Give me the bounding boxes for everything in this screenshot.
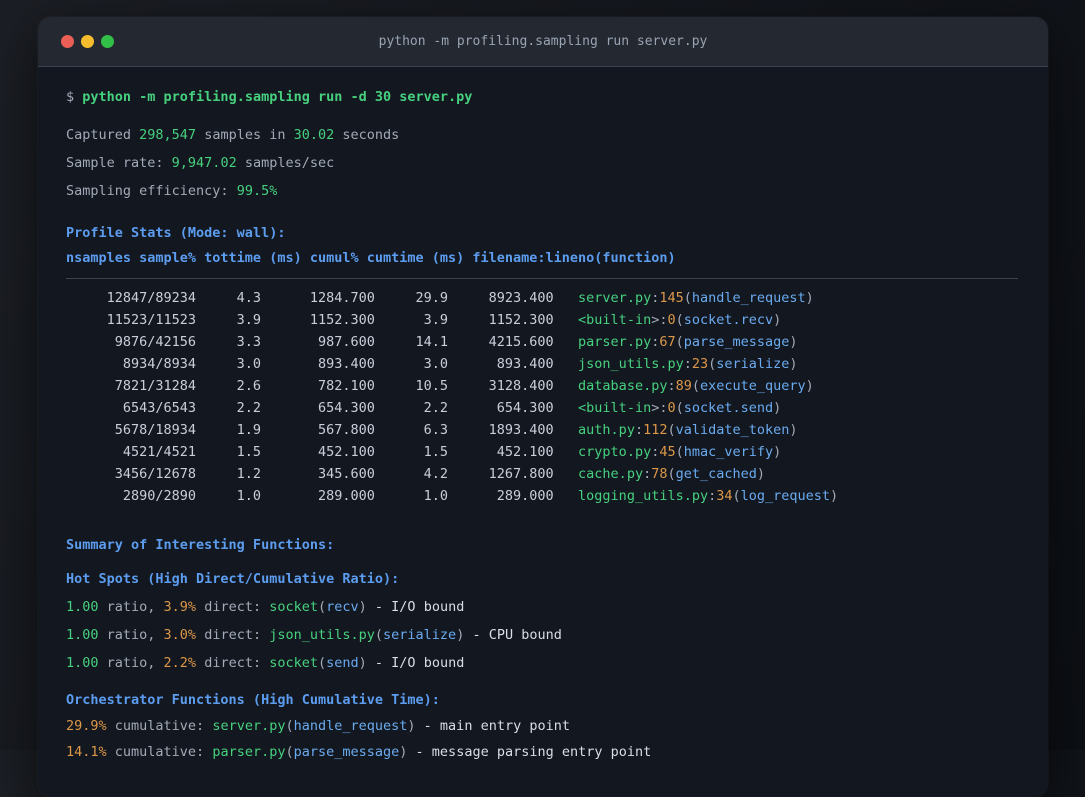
- table-row: 3456/12678 1.2 345.600 4.2 1267.800 cach…: [66, 466, 766, 482]
- table-row: 8934/8934 3.0 893.400 3.0 893.400 json_u…: [66, 356, 798, 372]
- captured-line: Captured 298,547 samples in 30.02 second…: [66, 127, 400, 143]
- table-row: 9876/42156 3.3 987.600 14.1 4215.600 par…: [66, 334, 798, 350]
- sample-rate-line: Sample rate: 9,947.02 samples/sec: [66, 155, 335, 171]
- terminal-window: python -m profiling.sampling run server.…: [38, 17, 1048, 797]
- hot-spots-heading: Hot Spots (High Direct/Cumulative Ratio)…: [66, 571, 400, 587]
- hot-spot-line: 1.00 ratio, 3.0% direct: json_utils.py(s…: [66, 627, 562, 643]
- sampling-efficiency-line: Sampling efficiency: 99.5%: [66, 183, 278, 199]
- table-row: 5678/18934 1.9 567.800 6.3 1893.400 auth…: [66, 422, 798, 438]
- table-divider: [66, 269, 1020, 287]
- terminal-body[interactable]: $ python -m profiling.sampling run -d 30…: [38, 67, 1048, 765]
- table-row: 2890/2890 1.0 289.000 1.0 289.000 loggin…: [66, 488, 839, 504]
- window-title: python -m profiling.sampling run server.…: [378, 34, 708, 49]
- orchestrator-line: 14.1% cumulative: parser.py(parse_messag…: [66, 744, 652, 760]
- orchestrator-line: 29.9% cumulative: server.py(handle_reque…: [66, 718, 570, 734]
- summary-heading: Summary of Interesting Functions:: [66, 537, 335, 553]
- table-row: 6543/6543 2.2 654.300 2.2 654.300 <built…: [66, 400, 782, 416]
- profile-stats-heading: Profile Stats (Mode: wall):: [66, 225, 286, 241]
- titlebar[interactable]: python -m profiling.sampling run server.…: [38, 17, 1048, 67]
- orchestrator-heading: Orchestrator Functions (High Cumulative …: [66, 692, 440, 708]
- table-header: nsamples sample% tottime (ms) cumul% cum…: [66, 250, 676, 266]
- hot-spot-line: 1.00 ratio, 2.2% direct: socket(send) - …: [66, 655, 465, 671]
- table-row: 4521/4521 1.5 452.100 1.5 452.100 crypto…: [66, 444, 782, 460]
- command-line: $ python -m profiling.sampling run -d 30…: [66, 89, 473, 105]
- table-row: 12847/89234 4.3 1284.700 29.9 8923.400 s…: [66, 290, 814, 306]
- terminal-output: $ python -m profiling.sampling run -d 30…: [66, 83, 1020, 765]
- table-row: 11523/11523 3.9 1152.300 3.9 1152.300 <b…: [66, 312, 782, 328]
- hot-spot-line: 1.00 ratio, 3.9% direct: socket(recv) - …: [66, 599, 465, 615]
- table-row: 7821/31284 2.6 782.100 10.5 3128.400 dat…: [66, 378, 814, 394]
